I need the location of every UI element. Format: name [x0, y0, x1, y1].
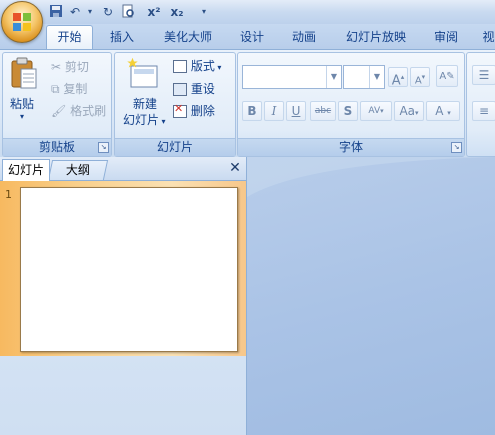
delete-x-icon: ✕ [174, 102, 184, 115]
align-left-icon[interactable]: ≡ [472, 101, 495, 121]
font-group: ▼ ▼ A▴ A▾ A✎ B I U abc S AV▾ Aa▾ A ▾ 字体 … [237, 52, 465, 157]
text-shadow-button[interactable]: S [338, 101, 358, 121]
character-spacing-button[interactable]: AV▾ [360, 101, 392, 121]
superscript-icon[interactable]: x² [146, 4, 162, 20]
grow-font-label: A [391, 73, 401, 89]
paste-icon[interactable] [9, 57, 39, 91]
tab-design[interactable]: 设计 [234, 26, 270, 48]
scissors-icon: ✂ [51, 60, 62, 74]
strikethrough-button[interactable]: abc [310, 101, 336, 121]
tab-slides[interactable]: 幻灯片 [2, 159, 50, 181]
undo-icon[interactable]: ↶ [67, 4, 83, 20]
new-slide-label-line2[interactable]: 幻灯片 ▾ [123, 111, 166, 128]
layout-dropdown-icon: ▾ [214, 63, 222, 72]
new-slide-label-text: 幻灯片 [123, 113, 160, 127]
change-case-dropdown-icon: ▾ [415, 109, 419, 117]
grow-font-button[interactable]: A▴ [388, 67, 408, 89]
grow-up-icon: ▴ [400, 73, 405, 81]
paste-label[interactable]: 粘贴 [10, 95, 34, 112]
font-color-label: A [435, 104, 444, 118]
paste-dropdown-icon[interactable]: ▾ [20, 112, 24, 121]
workspace-decoration [247, 157, 495, 197]
slides-group-label: 幻灯片 [115, 138, 235, 156]
slide-number: 1 [5, 188, 12, 201]
clipboard-group-label: 剪贴板 [3, 138, 111, 156]
office-logo-icon [13, 13, 31, 31]
bold-button[interactable]: B [242, 101, 262, 121]
clipboard-dialog-launcher-icon[interactable]: ↘ [98, 142, 109, 153]
save-icon[interactable] [48, 4, 64, 20]
new-slide-label-line1[interactable]: 新建 [133, 95, 157, 112]
change-case-button[interactable]: Aa▾ [394, 101, 424, 121]
character-spacing-label: AV [368, 106, 381, 116]
font-color-dropdown-icon: ▾ [447, 109, 451, 117]
clipboard-group: 粘贴 ▾ ✂ 剪切 ⧉ 复制 🖌 格式刷 剪贴板 ↘ [2, 52, 112, 157]
close-pane-icon[interactable]: ✕ [228, 160, 242, 176]
slides-group: 新建 幻灯片 ▾ 版式 ▾ 重设 ✕ 删除 幻灯片 [114, 52, 236, 157]
change-case-label: Aa [399, 104, 416, 118]
tab-review[interactable]: 审阅 [428, 26, 464, 48]
paintbrush-icon: 🖌 [51, 104, 67, 118]
reset-icon [173, 83, 187, 96]
cut-label: 剪切 [64, 60, 89, 74]
bullets-icon[interactable]: ☰ [472, 65, 495, 85]
shrink-down-icon: ▾ [421, 73, 426, 81]
tab-insert[interactable]: 插入 [102, 26, 142, 48]
paragraph-group: ☰ ≡ [466, 52, 495, 157]
italic-button[interactable]: I [264, 101, 284, 121]
clear-formatting-icon: A✎ [439, 71, 455, 82]
shrink-font-label: A [414, 75, 422, 87]
font-size-combo[interactable]: ▼ [343, 65, 385, 89]
layout-label: 版式 [190, 59, 215, 73]
reset-button[interactable]: 重设 [173, 80, 215, 97]
font-name-dropdown-icon[interactable]: ▼ [326, 66, 341, 88]
undo-dropdown-icon[interactable]: ▾ [82, 4, 98, 20]
subscript-icon[interactable]: x₂ [169, 4, 185, 20]
layout-button[interactable]: 版式 ▾ [173, 57, 221, 74]
tab-animation[interactable]: 动画 [286, 26, 322, 48]
new-slide-icon[interactable] [127, 57, 159, 91]
underline-button[interactable]: U [286, 101, 306, 121]
tab-beautify-master[interactable]: 美化大师 [158, 26, 218, 48]
tab-outline[interactable]: 大纲 [47, 160, 109, 180]
delete-slide-icon: ✕ [173, 102, 187, 118]
font-name-combo[interactable]: ▼ [242, 65, 342, 89]
cut-button: ✂ 剪切 [51, 58, 89, 75]
font-size-dropdown-icon[interactable]: ▼ [369, 66, 384, 88]
delete-label: 删除 [190, 104, 215, 118]
tab-view[interactable]: 视 [482, 26, 495, 48]
slide-thumbnail[interactable] [20, 187, 238, 352]
delete-slide-button[interactable]: ✕ 删除 [173, 102, 215, 119]
format-painter-label: 格式刷 [70, 104, 107, 118]
office-button[interactable] [1, 1, 43, 43]
reset-label: 重设 [190, 82, 215, 96]
redo-icon[interactable]: ↻ [100, 4, 116, 20]
font-color-button[interactable]: A ▾ [426, 101, 460, 121]
tab-home[interactable]: 开始 [46, 25, 93, 50]
clear-formatting-button[interactable]: A✎ [436, 65, 458, 87]
copy-label: 复制 [63, 82, 88, 96]
character-spacing-dropdown-icon: ▾ [380, 107, 384, 115]
copy-button: ⧉ 复制 [51, 80, 87, 97]
tab-slideshow[interactable]: 幻灯片放映 [340, 26, 412, 48]
font-dialog-launcher-icon[interactable]: ↘ [451, 142, 462, 153]
font-group-label: 字体 [238, 138, 464, 156]
new-slide-dropdown-icon: ▾ [159, 117, 166, 126]
shrink-font-button[interactable]: A▾ [410, 67, 430, 87]
print-preview-icon[interactable] [120, 4, 136, 20]
format-painter-button: 🖌 格式刷 [51, 102, 106, 119]
tab-outline-label: 大纲 [65, 163, 90, 177]
copy-icon: ⧉ [51, 82, 60, 96]
layout-icon [173, 60, 187, 73]
customize-quick-access-icon[interactable]: ▾ [196, 4, 212, 20]
